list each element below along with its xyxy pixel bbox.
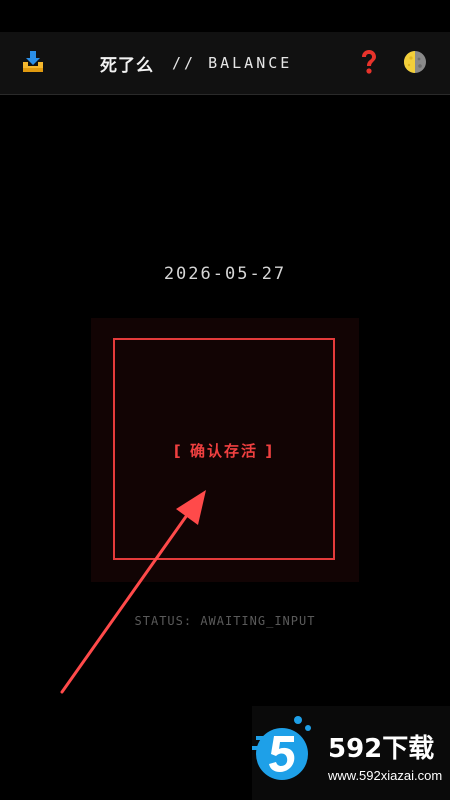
arrow-head	[176, 490, 206, 525]
watermark: 592下载 www.592xiazai.com	[252, 706, 450, 800]
watermark-brand: 592下载	[328, 734, 435, 764]
red-arrow-annotation	[60, 490, 206, 694]
watermark-url: www.592xiazai.com	[328, 768, 443, 783]
app-screen: 死了么 // BALANCE 2026-05-27 [确认存活] STATU…	[0, 0, 450, 800]
